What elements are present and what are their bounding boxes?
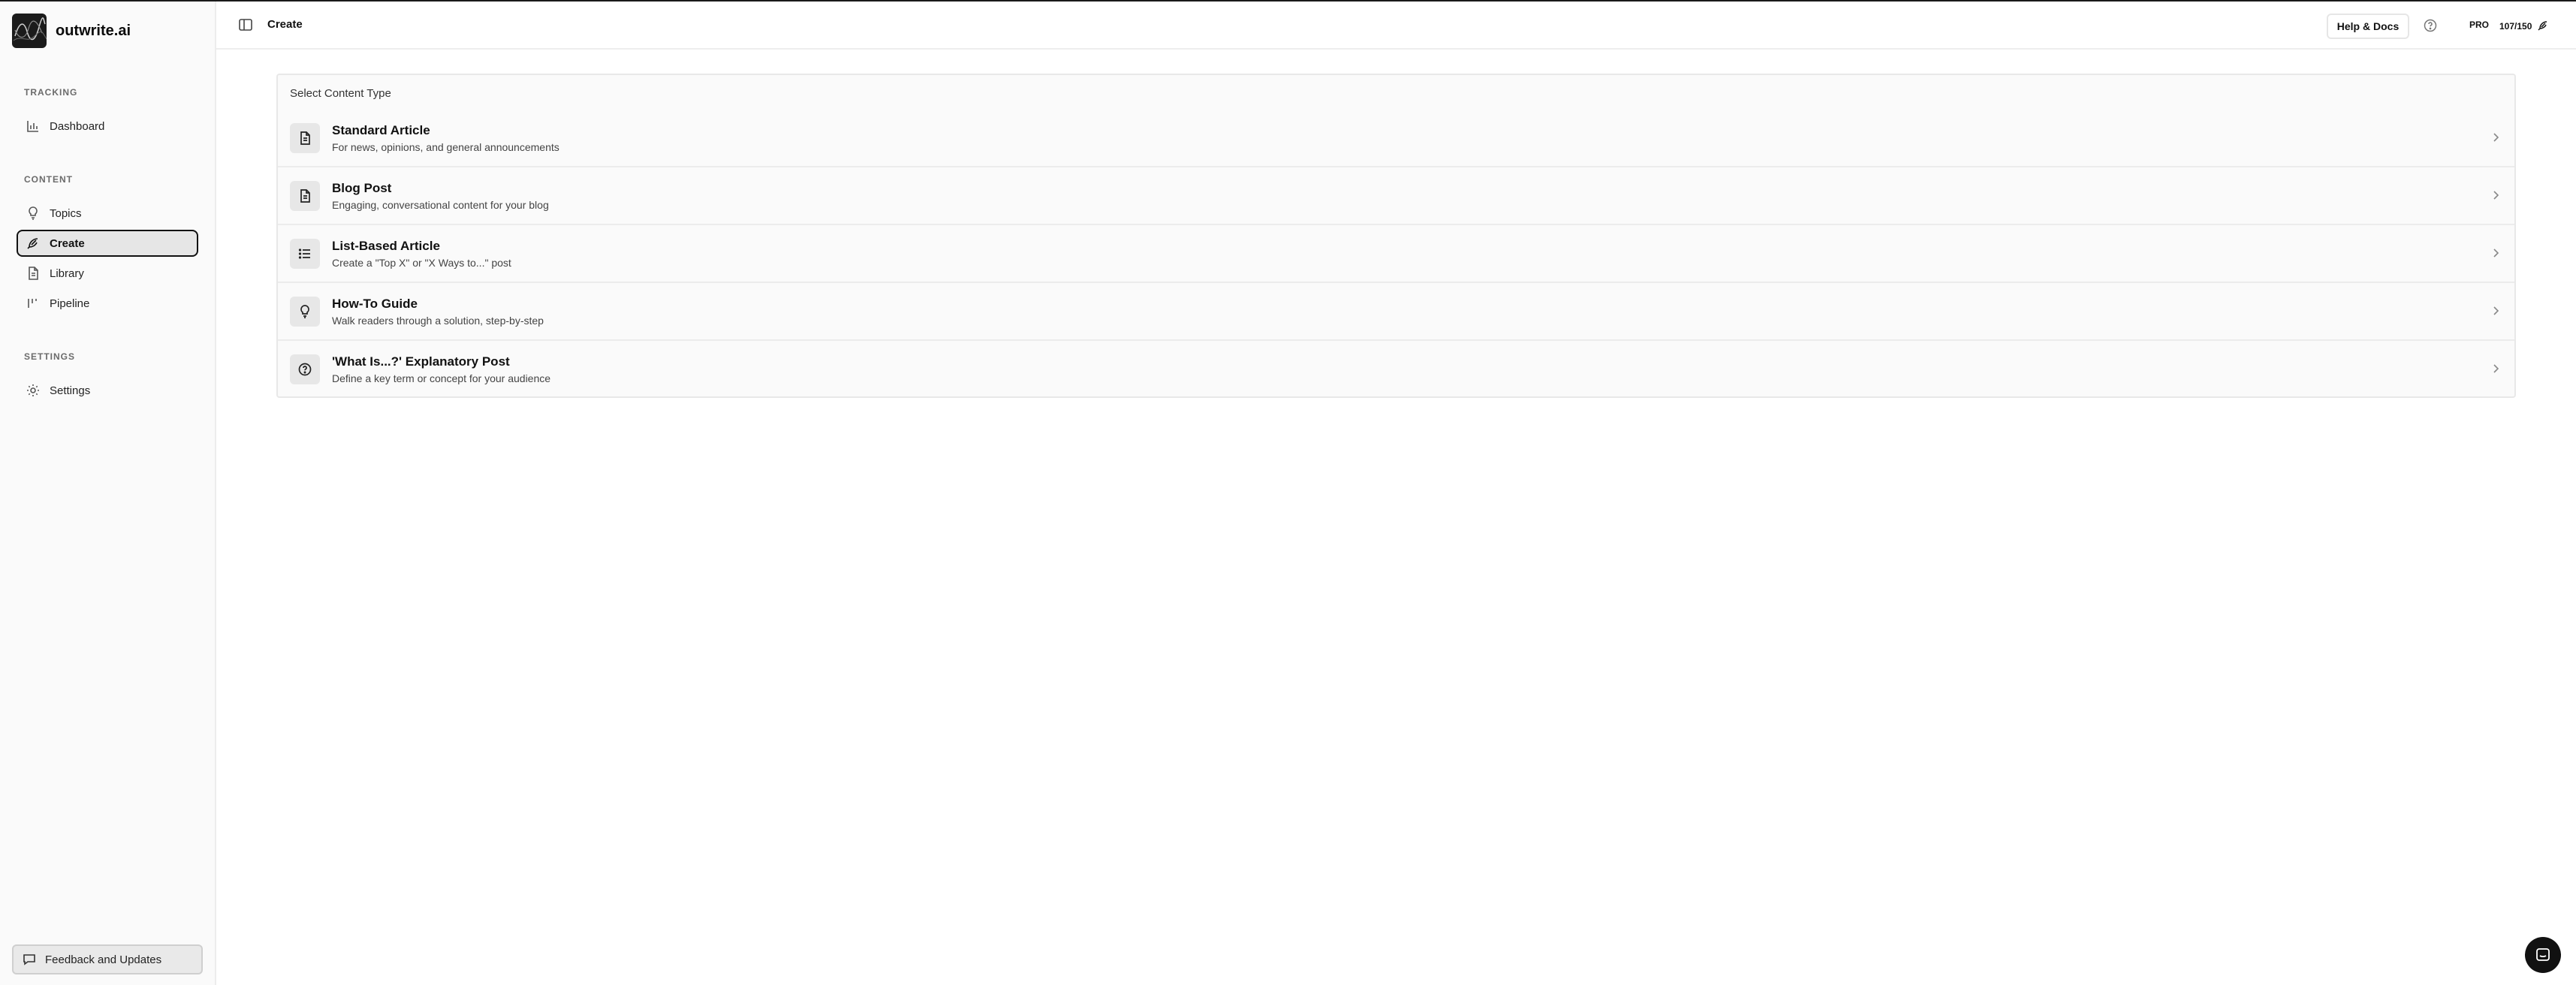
type-description: Create a "Top X" or "X Ways to..." post (332, 257, 511, 269)
content-type-how-to-guide[interactable]: How-To Guide Walk readers through a solu… (278, 283, 2514, 341)
type-description: Define a key term or concept for your au… (332, 372, 551, 384)
sidebar-item-pipeline[interactable]: Pipeline (17, 290, 198, 317)
sidebar-item-topics[interactable]: Topics (17, 200, 198, 227)
sidebar: outwrite.ai TRACKING Dashboard CONTENT T… (0, 2, 216, 985)
chat-icon (2534, 946, 2552, 964)
chevron-right-icon (2489, 246, 2502, 260)
type-title: Blog Post (332, 181, 392, 195)
type-title: List-Based Article (332, 239, 440, 253)
feather-icon (2536, 20, 2550, 33)
lightbulb-icon (290, 297, 320, 327)
brand[interactable]: outwrite.ai (12, 14, 131, 48)
type-description: For news, opinions, and general announce… (332, 141, 560, 153)
pipeline-icon (26, 296, 41, 311)
credits-value: 107/150 (2499, 21, 2532, 32)
question-circle-icon (290, 354, 320, 384)
sidebar-item-settings[interactable]: Settings (17, 377, 198, 404)
chat-bubble-icon (23, 953, 36, 966)
brand-logo (12, 14, 47, 48)
chevron-right-icon (2489, 362, 2502, 375)
chevron-right-icon (2489, 188, 2502, 202)
sidebar-item-label: Library (50, 267, 84, 280)
breadcrumb: Create (267, 18, 303, 31)
lightbulb-icon (26, 206, 41, 221)
top-bar: Create Help & Docs PRO 107/150 (216, 2, 2576, 50)
section-label-settings: SETTINGS (24, 351, 76, 362)
brand-name: outwrite.ai (56, 22, 131, 39)
section-label-tracking: TRACKING (24, 87, 78, 98)
plan-badge: PRO (2469, 20, 2490, 30)
chevron-right-icon (2489, 131, 2502, 144)
help-docs-button[interactable]: Help & Docs (2327, 14, 2409, 39)
sidebar-item-label: Settings (50, 384, 91, 397)
card-title: Select Content Type (290, 87, 391, 100)
sidebar-toggle-icon[interactable] (237, 17, 254, 33)
help-icon[interactable] (2423, 18, 2438, 33)
content-type-list-based-article[interactable]: List-Based Article Create a "Top X" or "… (278, 225, 2514, 283)
sidebar-item-dashboard[interactable]: Dashboard (17, 113, 198, 140)
chat-launcher-button[interactable] (2525, 937, 2561, 973)
sidebar-item-label: Create (50, 236, 85, 250)
document-icon (290, 123, 320, 153)
credits-counter: 107/150 (2499, 20, 2550, 33)
content-type-what-is-post[interactable]: 'What Is...?' Explanatory Post Define a … (278, 341, 2514, 399)
chart-icon (26, 119, 41, 134)
sidebar-item-label: Pipeline (50, 297, 90, 310)
section-label-content: CONTENT (24, 174, 73, 185)
type-description: Walk readers through a solution, step-by… (332, 315, 544, 327)
document-icon (290, 181, 320, 211)
feather-icon (26, 236, 41, 251)
sidebar-item-label: Topics (50, 206, 82, 220)
list-icon (290, 239, 320, 269)
chevron-right-icon (2489, 304, 2502, 318)
sidebar-item-create[interactable]: Create (17, 230, 198, 257)
sidebar-item-label: Dashboard (50, 119, 105, 133)
document-icon (26, 266, 41, 281)
type-title: 'What Is...?' Explanatory Post (332, 354, 510, 369)
type-title: Standard Article (332, 123, 430, 137)
content-type-card: Select Content Type Standard Article For… (276, 74, 2516, 398)
feedback-button[interactable]: Feedback and Updates (12, 944, 203, 974)
gear-icon (26, 383, 41, 398)
content-type-standard-article[interactable]: Standard Article For news, opinions, and… (278, 110, 2514, 167)
type-description: Engaging, conversational content for you… (332, 199, 549, 211)
sidebar-item-library[interactable]: Library (17, 260, 198, 287)
type-title: How-To Guide (332, 297, 418, 311)
feedback-label: Feedback and Updates (45, 953, 162, 966)
content-type-blog-post[interactable]: Blog Post Engaging, conversational conte… (278, 167, 2514, 225)
